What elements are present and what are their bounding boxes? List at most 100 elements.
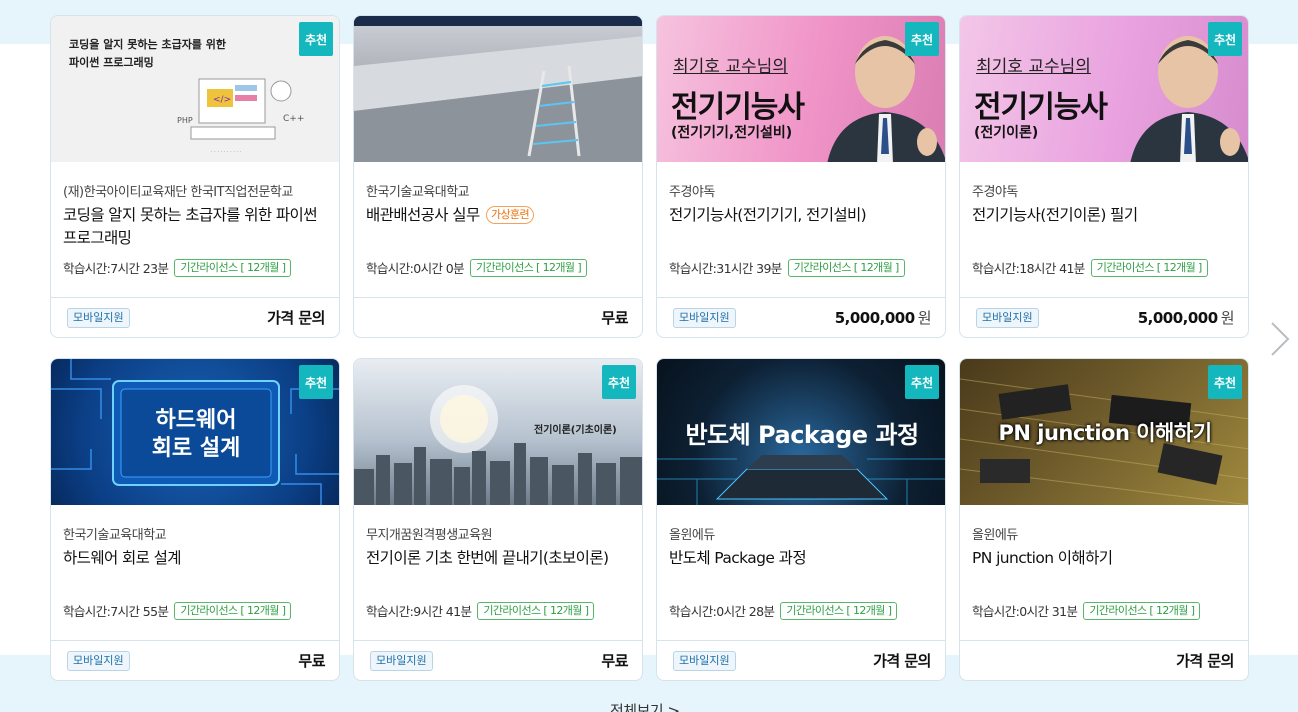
course-title[interactable]: 반도체 Package 과정	[669, 547, 933, 593]
license-badge: 기간라이선스 [ 12개월 ]	[1090, 258, 1208, 277]
license-badge: 기간라이선스 [ 12개월 ]	[174, 258, 292, 277]
thumbnail-text: 전기기능사	[974, 90, 1108, 125]
course-price: 5,000,000 원	[834, 307, 932, 328]
study-time-label: 학습시간:	[366, 261, 414, 276]
course-thumbnail[interactable]: 최기호 교수님의 전기기능사 (전기이론) 추천	[960, 16, 1248, 162]
course-card[interactable]: PN junction 이해하기 추천 올윈에듀 PN junction 이해하…	[959, 358, 1249, 681]
course-meta: 학습시간: 18시간 41분 기간라이선스 [ 12개월 ]	[972, 258, 1208, 277]
mobile-support-badge: 모바일지원	[976, 307, 1039, 328]
study-time-value: 31시간 39분	[716, 261, 782, 276]
course-title[interactable]: 전기기능사(전기기기, 전기설비)	[669, 204, 933, 250]
course-title[interactable]: 전기이론 기초 한번에 끝내기(초보이론)	[366, 547, 630, 593]
mobile-support-badge: 모바일지원	[370, 650, 433, 671]
course-footer: 모바일지원 가격 문의	[657, 640, 945, 680]
course-meta: 학습시간: 0시간 28분 기간라이선스 [ 12개월 ]	[669, 601, 898, 620]
course-provider: 주경야독	[972, 185, 1018, 200]
recommend-badge: 추천	[1208, 22, 1242, 56]
ladder-simulation-icon	[354, 16, 642, 162]
course-title-text: 코딩을 알지 못하는 초급자를 위한 파이썬 프로그래밍	[63, 206, 317, 247]
license-badge: 기간라이선스 [ 12개월 ]	[1083, 601, 1201, 620]
course-meta: 학습시간: 7시간 55분 기간라이선스 [ 12개월 ]	[63, 601, 292, 620]
course-title[interactable]: 배관배선공사 실무 가상훈련	[366, 204, 630, 250]
course-title-text: 전기기능사(전기기기, 전기설비)	[669, 206, 867, 224]
course-footer: 모바일지원 무료	[354, 640, 642, 680]
price-value: 무료	[601, 652, 628, 670]
course-thumbnail[interactable]: 하드웨어 회로 설계 추천	[51, 359, 339, 505]
recommend-badge: 추천	[905, 365, 939, 399]
course-thumbnail[interactable]: PN junction 이해하기 추천	[960, 359, 1248, 505]
course-title-text: 전기기능사(전기이론) 필기	[972, 206, 1138, 224]
study-time-label: 학습시간:	[669, 261, 717, 276]
code-illustration-icon: </> PHP C++ · · · · · · · · · ·	[177, 78, 304, 155]
course-card[interactable]: 한국기술교육대학교 배관배선공사 실무 가상훈련 학습시간: 0시간 0분 기간…	[353, 15, 643, 338]
study-time-value: 7시간 23분	[110, 261, 169, 276]
course-provider: 한국기술교육대학교	[366, 185, 470, 200]
course-title[interactable]: 코딩을 알지 못하는 초급자를 위한 파이썬 프로그래밍	[63, 204, 327, 250]
course-title[interactable]: 하드웨어 회로 설계	[63, 547, 327, 593]
course-price: 가격 문의	[1176, 650, 1234, 671]
course-card[interactable]: 반도체 Package 과정 추천 올윈에듀 반도체 Package 과정 학습…	[656, 358, 946, 681]
course-thumbnail[interactable]	[354, 16, 642, 162]
course-meta: 학습시간: 0시간 31분 기간라이선스 [ 12개월 ]	[972, 601, 1201, 620]
license-badge: 기간라이선스 [ 12개월 ]	[780, 601, 898, 620]
price-value: 5,000,000	[1137, 309, 1218, 327]
study-time-label: 학습시간:	[63, 604, 111, 619]
study-time-value: 7시간 55분	[110, 604, 169, 619]
study-time-label: 학습시간:	[669, 604, 717, 619]
price-value: 무료	[601, 309, 628, 327]
thumbnail-text: 최기호 교수님의	[673, 57, 788, 77]
course-price: 무료	[601, 307, 628, 328]
course-card[interactable]: 하드웨어 회로 설계 추천 한국기술교육대학교 하드웨어 회로 설계 학습시간:…	[50, 358, 340, 681]
price-value: 가격 문의	[267, 309, 325, 327]
course-footer: 무료	[354, 297, 642, 337]
study-time-value: 0시간 31분	[1019, 604, 1078, 619]
course-meta: 학습시간: 9시간 41분 기간라이선스 [ 12개월 ]	[366, 601, 595, 620]
thumbnail-text: 코딩을 알지 못하는 초급자를 위한	[69, 38, 226, 51]
recommend-badge: 추천	[299, 22, 333, 56]
study-time-value: 9시간 41분	[413, 604, 472, 619]
course-title-text: 하드웨어 회로 설계	[63, 549, 182, 567]
course-provider: 주경야독	[669, 185, 715, 200]
study-time-label: 학습시간:	[366, 604, 414, 619]
course-meta: 학습시간: 0시간 0분 기간라이선스 [ 12개월 ]	[366, 258, 588, 277]
course-provider: 한국기술교육대학교	[63, 528, 167, 543]
course-provider: (재)한국아이티교육재단 한국IT직업전문학교	[63, 185, 293, 200]
course-thumbnail[interactable]: 코딩을 알지 못하는 초급자를 위한 파이썬 프로그래밍 </> PHP C++…	[51, 16, 339, 162]
course-footer: 모바일지원 무료	[51, 640, 339, 680]
course-meta: 학습시간: 31시간 39분 기간라이선스 [ 12개월 ]	[669, 258, 905, 277]
view-all-link[interactable]: 전체보기 >	[610, 700, 680, 712]
recommend-badge: 추천	[602, 365, 636, 399]
price-unit: 원	[917, 309, 932, 327]
license-badge: 기간라이선스 [ 12개월 ]	[174, 601, 292, 620]
course-card[interactable]: 최기호 교수님의 전기기능사 (전기이론) 추천 주경야독 전기기능사(전기이론…	[959, 15, 1249, 338]
recommend-badge: 추천	[299, 365, 333, 399]
course-thumbnail[interactable]: 최기호 교수님의 전기기능사 (전기기기,전기설비) 추천	[657, 16, 945, 162]
thumbnail-text: 회로 설계	[151, 436, 241, 461]
course-price: 무료	[601, 650, 628, 671]
svg-text:· · · · · · · · · ·: · · · · · · · · · ·	[211, 149, 242, 155]
course-provider: 올윈에듀	[669, 528, 715, 543]
thumbnail-text: PN junction 이해하기	[998, 421, 1212, 445]
license-badge: 기간라이선스 [ 12개월 ]	[470, 258, 588, 277]
course-price: 가격 문의	[873, 650, 931, 671]
course-card[interactable]: 코딩을 알지 못하는 초급자를 위한 파이썬 프로그래밍 </> PHP C++…	[50, 15, 340, 338]
course-title[interactable]: 전기기능사(전기이론) 필기	[972, 204, 1236, 250]
course-card[interactable]: 최기호 교수님의 전기기능사 (전기기기,전기설비) 추천 주경야독 전기기능사…	[656, 15, 946, 338]
license-badge: 기간라이선스 [ 12개월 ]	[477, 601, 595, 620]
course-title[interactable]: PN junction 이해하기	[972, 547, 1236, 593]
study-time-value: 0시간 0분	[413, 261, 464, 276]
mobile-support-badge: 모바일지원	[673, 307, 736, 328]
study-time-label: 학습시간:	[972, 261, 1020, 276]
license-badge: 기간라이선스 [ 12개월 ]	[787, 258, 905, 277]
course-provider: 무지개꿈원격평생교육원	[366, 528, 493, 543]
course-thumbnail[interactable]: 반도체 Package 과정 추천	[657, 359, 945, 505]
course-thumbnail[interactable]: 전기이론(기초이론) 추천	[354, 359, 642, 505]
svg-text:C++: C++	[283, 114, 304, 124]
price-value: 5,000,000	[834, 309, 915, 327]
thumbnail-text: 하드웨어	[155, 408, 237, 433]
course-card[interactable]: 전기이론(기초이론) 추천 무지개꿈원격평생교육원 전기이론 기초 한번에 끝내…	[353, 358, 643, 681]
price-value: 가격 문의	[873, 652, 931, 670]
course-title-text: 배관배선공사 실무	[366, 206, 480, 224]
course-footer: 모바일지원 5,000,000 원	[960, 297, 1248, 337]
chevron-right-icon[interactable]	[1266, 320, 1292, 358]
